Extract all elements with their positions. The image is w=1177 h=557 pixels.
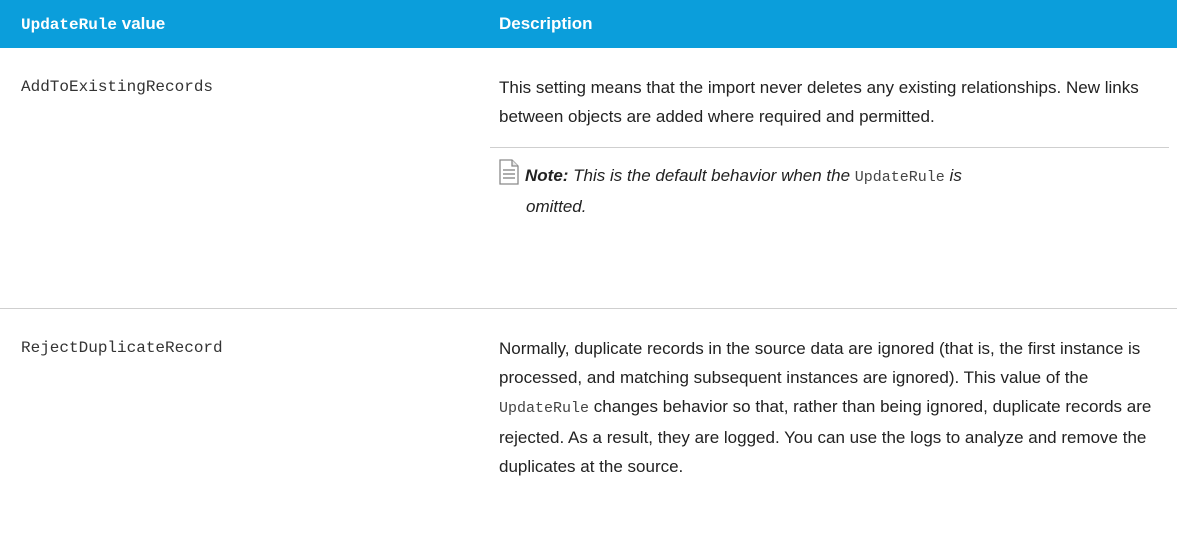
note-inline-code: UpdateRule [854, 169, 945, 186]
note-icon [499, 159, 519, 185]
table-row: AddToExistingRecords This setting means … [0, 48, 1177, 309]
table-row: RejectDuplicateRecord Normally, duplicat… [0, 308, 1177, 557]
row-description-cell: Normally, duplicate records in the sourc… [478, 308, 1177, 557]
header-updaterule-code: UpdateRule [21, 16, 118, 34]
header-value-text: value [117, 14, 166, 33]
row-value-cell: AddToExistingRecords [0, 48, 478, 309]
note-text-before: This is the default behavior when the [568, 166, 855, 185]
desc-text-after: changes behavior so that, rather than be… [499, 396, 1152, 476]
note-label: Note: [525, 166, 569, 185]
header-description-column: Description [499, 14, 593, 33]
table-header-row: UpdateRule value Description [0, 0, 1177, 48]
row-value-cell: RejectDuplicateRecord [21, 338, 223, 357]
desc-text-before: Normally, duplicate records in the sourc… [499, 338, 1141, 387]
note-text-after: is [944, 166, 962, 185]
row-description-cell: This setting means that the import never… [478, 48, 1177, 309]
note-callout: Note: This is the default behavior when … [490, 147, 1169, 221]
header-value-column: UpdateRule value [0, 0, 478, 48]
row-description-text: Normally, duplicate records in the sourc… [499, 334, 1165, 481]
update-rule-table: UpdateRule value Description AddToExisti… [0, 0, 1177, 557]
desc-inline-code: UpdateRule [499, 399, 590, 417]
note-text-line2: omitted. [526, 197, 587, 216]
note-content: Note: This is the default behavior when … [490, 159, 1139, 221]
row-description-text: This setting means that the import never… [499, 78, 1139, 126]
